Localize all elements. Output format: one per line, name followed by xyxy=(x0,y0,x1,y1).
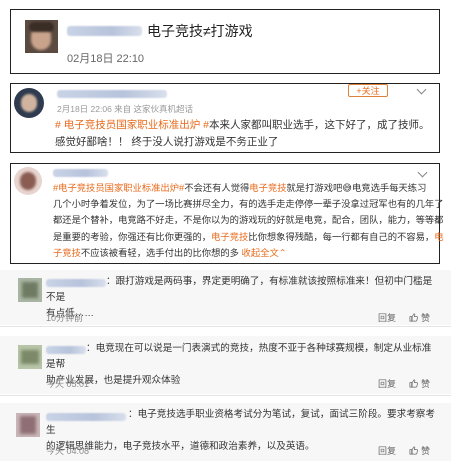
post-text: 比你想象得残酷，每一行都有自己的不容易， xyxy=(248,231,435,242)
post-card-2: 2月18日 22:06 来自 这家伙真机超话 +关注 # 电子竞技员国家职业标准… xyxy=(10,83,440,153)
username-blurred[interactable] xyxy=(67,26,142,36)
emoji-icon: 😅 xyxy=(342,183,352,193)
post-text-line: 都还是个替补，电竞路不好走，不是你以为的游戏玩的好就是电竞，配合，团队，能力，等… xyxy=(53,212,443,228)
comment-time: 今天 04:08 xyxy=(46,446,90,456)
post-text: 电竞选手每天练习 xyxy=(352,183,427,193)
post-text-line: 是重要的考验，你强还有比你更强的，电子竞技比你想象得残酷，每一行都有自己的不容易… xyxy=(53,229,444,245)
username-blurred[interactable] xyxy=(53,169,108,177)
post-text: 都还是个替补，电竞路不好走，不是你以为的游戏玩的好就是电竞，配合，团队，能力，等… xyxy=(53,215,444,226)
post-text-line: 子竞技不应该被看轻，选手付出的比你想的多 收起全文⌃ xyxy=(53,245,433,261)
post-text-line-1: # 电子竞技员国家职业标准出炉 #本来人家都叫职业选手，这下好了，成了技师。 xyxy=(55,117,430,132)
comment-2: ：电竞现在可以说是一门表演式的竞技，热度不亚于各种球赛规模，制定从业标准是帮 助产… xyxy=(0,336,451,394)
post-text-line: 几个小时争着发位，为了一场比赛拼尽全力，有的选手走走停停一辈子没拿过冠军也有的几… xyxy=(53,196,443,212)
comment-3: ：电子竞技选手职业资格考试分为笔试，复试，面试三阶段。要求考察考生 的逻辑思维能力… xyxy=(0,403,451,461)
username-blurred[interactable] xyxy=(57,90,167,98)
like-button[interactable]: 赞 xyxy=(409,377,430,390)
like-button[interactable]: 赞 xyxy=(409,311,430,324)
divider xyxy=(0,326,451,327)
hashtag-link[interactable]: 子竞技 xyxy=(53,248,81,258)
avatar[interactable] xyxy=(25,20,58,53)
comment-1: ：跟打游戏是两码事，界定更明确了，有标准就该按照标准来！但初中门槛是不是 有点低…… xyxy=(0,270,451,325)
hashtag-link[interactable]: # 电子竞技员国家职业标准出炉 # xyxy=(55,119,209,131)
hashtag-link[interactable]: #电子竞技员国家职业标准出炉# xyxy=(53,183,184,193)
avatar[interactable] xyxy=(18,345,42,369)
post-card-1: 电子竞技≠打游戏 02月18日 22:10 xyxy=(10,9,440,74)
post-text: 本来人家都叫职业选手，这下好了，成了技师。 xyxy=(209,119,430,131)
comment-time: 今天 05:01 xyxy=(46,379,90,389)
post-text-line: #电子竞技员国家职业标准出炉#不会还有人觉得电子竞技就是打游戏吧😅电竞选手每天练… xyxy=(53,180,433,196)
avatar[interactable] xyxy=(18,278,42,302)
hashtag-link[interactable]: 电子竞技 xyxy=(249,183,286,193)
post-body: #电子竞技员国家职业标准出炉#不会还有人觉得电子竞技就是打游戏吧😅电竞选手每天练… xyxy=(53,180,444,261)
thumbs-up-icon xyxy=(409,379,418,388)
post-text: 是重要的考验，你强还有比你更强的， xyxy=(53,231,212,242)
avatar[interactable] xyxy=(14,88,44,118)
post-text: 几个小时争着发位，为了一场比赛拼尽全力，有的选手走走停停一辈子没拿过冠军也有的几… xyxy=(53,199,444,210)
chevron-down-icon[interactable] xyxy=(417,167,428,178)
thumbs-up-icon xyxy=(409,446,418,455)
follow-button[interactable]: +关注 xyxy=(348,84,388,97)
avatar[interactable] xyxy=(14,167,42,195)
reply-button[interactable]: 回复 xyxy=(378,377,396,390)
reply-button[interactable]: 回复 xyxy=(378,311,396,324)
comment-time: 10分钟前 xyxy=(46,313,84,323)
collapse-link[interactable]: 收起全文⌃ xyxy=(242,248,287,258)
hashtag-link[interactable]: 电 xyxy=(434,232,443,242)
post-text-line-2: 感觉好鄙啥！！ 终于没人说打游戏是不务正业了 xyxy=(55,136,279,148)
post-text: 不应该被看轻，选手付出的比你想的多 xyxy=(80,247,242,258)
avatar[interactable] xyxy=(16,413,40,437)
post-card-3: #电子竞技员国家职业标准出炉#不会还有人觉得电子竞技就是打游戏吧😅电竞选手每天练… xyxy=(10,163,444,264)
thumbs-up-icon xyxy=(409,313,418,322)
post-text: 不会还有人觉得 xyxy=(184,183,250,193)
like-button[interactable]: 赞 xyxy=(409,444,430,457)
post-text: 就是打游戏吧 xyxy=(286,183,343,193)
post-title: 电子竞技≠打游戏 xyxy=(147,23,253,39)
chevron-down-icon[interactable] xyxy=(416,84,427,95)
divider xyxy=(0,395,451,396)
post-meta: 2月18日 22:06 来自 这家伙真机超话 xyxy=(57,104,194,114)
reply-button[interactable]: 回复 xyxy=(378,444,396,457)
post-time: 02月18日 22:10 xyxy=(67,53,145,65)
hashtag-link[interactable]: 电子竞技 xyxy=(211,232,248,242)
